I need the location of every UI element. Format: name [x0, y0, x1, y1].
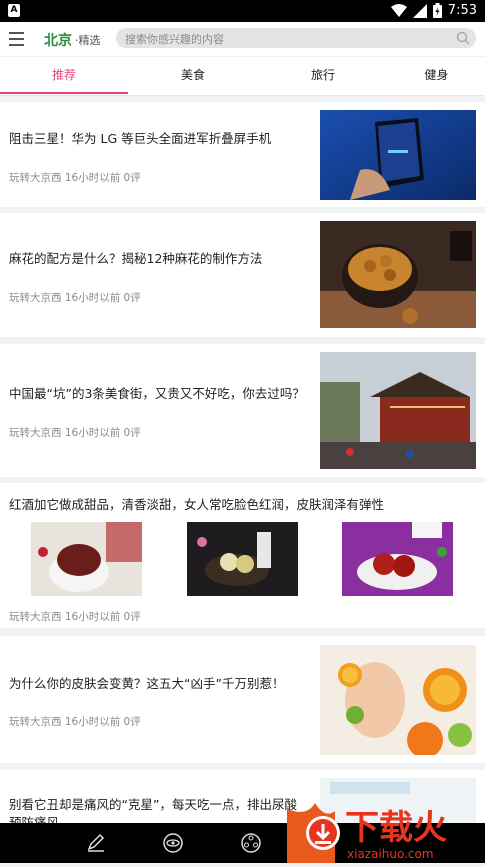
tab-fitness[interactable]: 健身 — [388, 57, 485, 95]
search-bar[interactable]: 搜索你感兴趣的内容 — [116, 28, 476, 48]
article-thumbnail-food-street — [320, 352, 476, 469]
article-card[interactable]: 为什么你的皮肤会变黄？这五大“凶手”千万别惹！ 玩转大京西 16小时以前 0评 — [0, 636, 485, 763]
article-title-line2: 预防痛风 — [9, 815, 60, 823]
tab-recommend[interactable]: 推荐 — [0, 57, 128, 95]
article-meta: 玩转大京西 16小时以前 0评 — [9, 292, 141, 304]
article-meta: 玩转大京西 16小时以前 0评 — [9, 716, 141, 728]
signal-icon — [412, 3, 427, 18]
article-thumbnail-dessert-2 — [187, 522, 298, 596]
article-card[interactable]: 中国最“坑”的3条美食街，又贵又不好吃，你去过吗？ 玩转大京西 16小时以前 0… — [0, 344, 485, 477]
clock: 7:53 — [447, 3, 477, 18]
edit-icon[interactable] — [85, 832, 107, 854]
watermark-logo: 下载火 xiazaihuo.com — [287, 797, 485, 863]
tab-food[interactable]: 美食 — [128, 57, 258, 95]
article-thumbnail-foldable-phone — [320, 110, 476, 200]
article-title: 麻花的配方是什么？揭秘12种麻花的制作方法 — [9, 251, 263, 266]
watermark-url: xiazaihuo.com — [347, 847, 434, 861]
status-bar: A 7:53 — [0, 0, 485, 22]
article-card[interactable]: 红酒加它做成甜品，清香淡甜，女人常吃脸色红润，皮肤润泽有弹性 玩转大京西 16小… — [0, 483, 485, 628]
article-meta: 玩转大京西 16小时以前 0评 — [9, 611, 141, 623]
active-tab-indicator — [0, 92, 128, 94]
article-title: 中国最“坑”的3条美食街，又贵又不好吃，你去过吗？ — [9, 386, 305, 401]
article-card[interactable]: 阻击三星！华为 LG 等巨头全面进军折叠屏手机 玩转大京西 16小时以前 0评 — [0, 102, 485, 207]
city-suffix: ·精选 — [75, 34, 101, 47]
top-header: 北京 ·精选 搜索你感兴趣的内容 — [0, 22, 485, 56]
category-tabs: 推荐 美食 旅行 健身 — [0, 57, 485, 96]
wifi-icon — [390, 3, 407, 17]
search-icon[interactable] — [456, 31, 470, 45]
article-thumbnail-mahua — [320, 221, 476, 328]
battery-icon — [432, 3, 442, 18]
article-title: 阻击三星！华为 LG 等巨头全面进军折叠屏手机 — [9, 131, 272, 146]
article-title: 为什么你的皮肤会变黄？这五大“凶手”千万别惹！ — [9, 676, 285, 691]
article-thumbnail-dessert-3 — [342, 522, 453, 596]
status-icons: 7:53 — [390, 3, 477, 18]
article-meta: 玩转大京西 16小时以前 0评 — [9, 427, 141, 439]
article-title: 别看它丑却是痛风的“克星”，每天吃一点，排出尿酸 — [9, 797, 297, 812]
discover-icon[interactable] — [162, 832, 184, 854]
city-selector[interactable]: 北京 — [44, 30, 72, 50]
article-card[interactable]: 麻花的配方是什么？揭秘12种麻花的制作方法 玩转大京西 16小时以前 0评 — [0, 213, 485, 337]
app-notification-icon: A — [8, 4, 20, 17]
article-title: 红酒加它做成甜品，清香淡甜，女人常吃脸色红润，皮肤润泽有弹性 — [9, 497, 385, 512]
tab-travel[interactable]: 旅行 — [258, 57, 388, 95]
film-reel-icon[interactable] — [240, 832, 262, 854]
menu-icon[interactable] — [9, 32, 24, 46]
watermark-brand: 下载火 — [345, 808, 447, 848]
search-placeholder: 搜索你感兴趣的内容 — [125, 33, 224, 46]
article-thumbnail-dessert-1 — [31, 522, 142, 596]
article-meta: 玩转大京西 16小时以前 0评 — [9, 172, 141, 184]
article-thumbnail-skin-care — [320, 645, 476, 755]
